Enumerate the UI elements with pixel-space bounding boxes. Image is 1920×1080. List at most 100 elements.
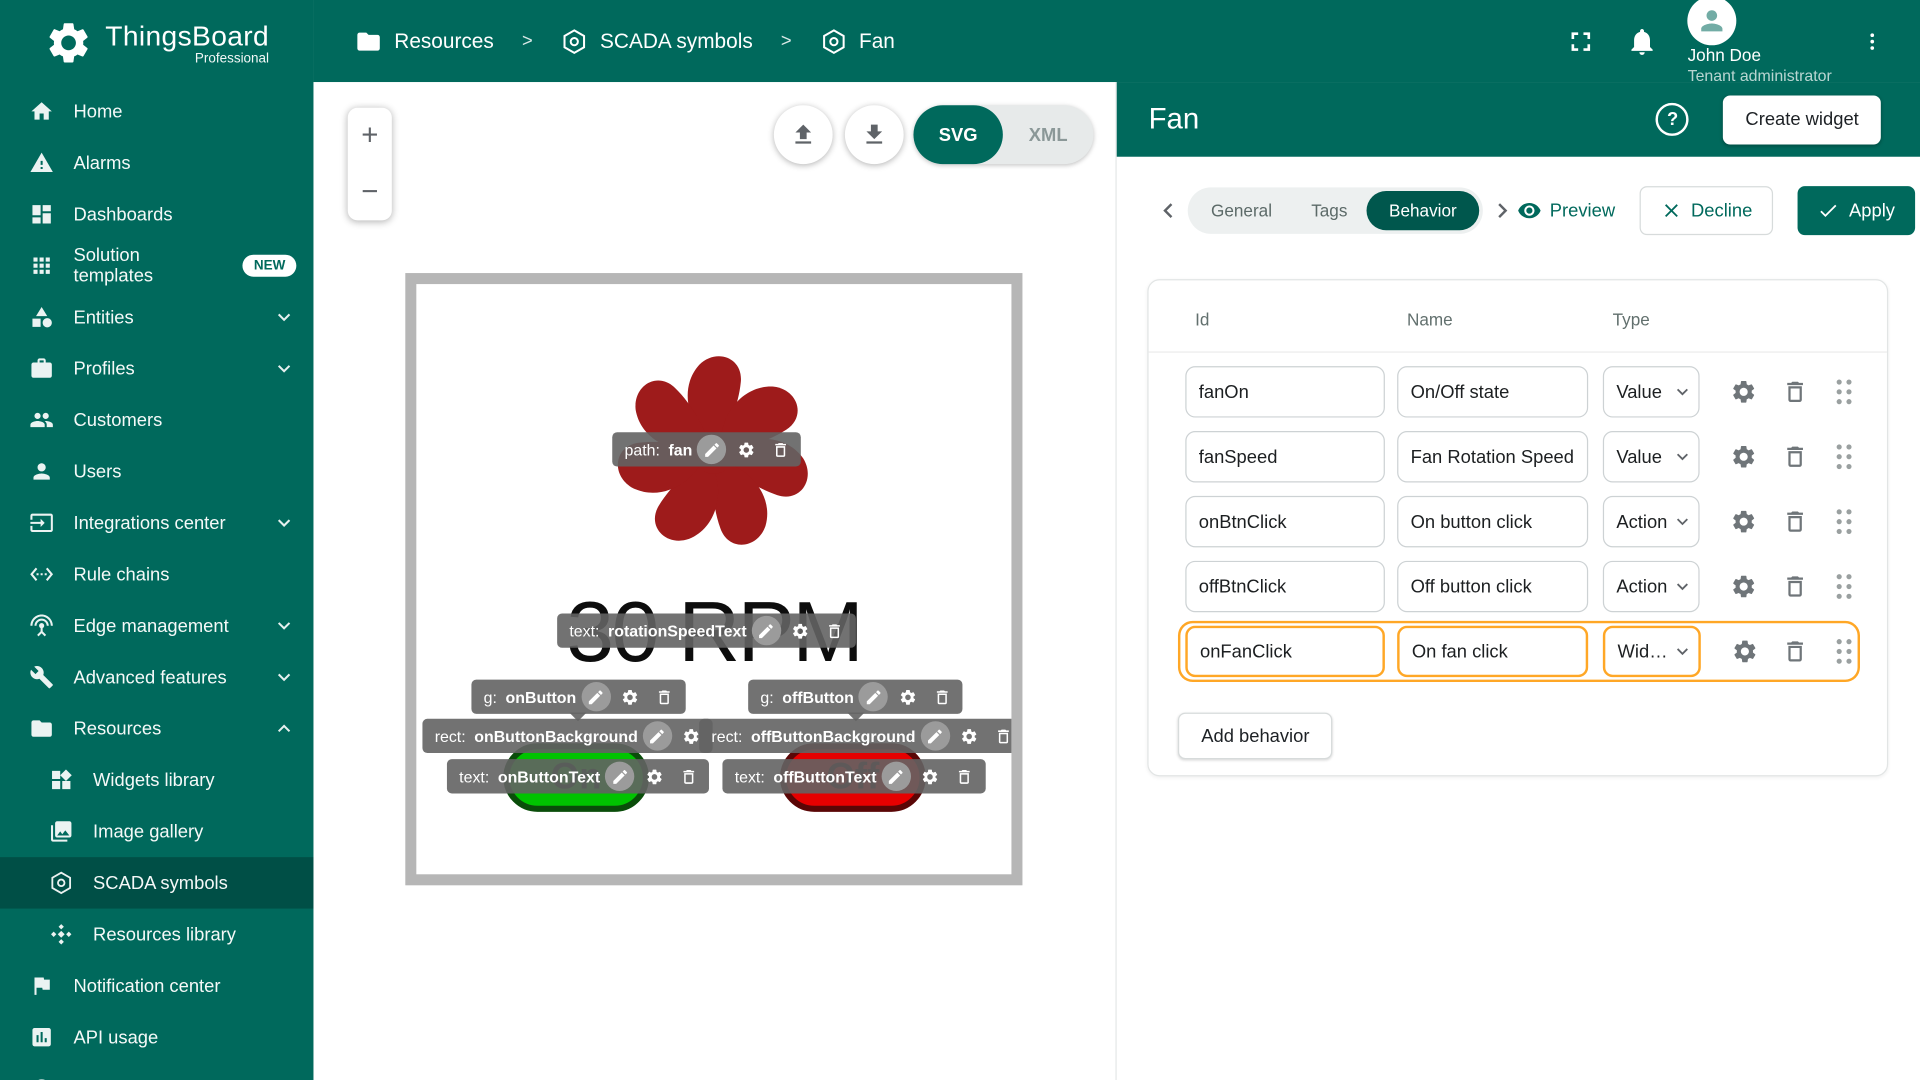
fullscreen-icon[interactable]: [1565, 25, 1597, 57]
row-delete-button[interactable]: [1773, 435, 1817, 479]
sidebar-item-alarms[interactable]: Alarms: [0, 137, 313, 188]
sidebar-item-solution-templates[interactable]: Solution templates NEW: [0, 240, 313, 291]
sidebar-item-resources-library[interactable]: Resources library: [0, 909, 313, 960]
settings-gear-icon[interactable]: [732, 435, 761, 464]
behavior-name-input[interactable]: [1397, 626, 1588, 677]
edit-icon[interactable]: [752, 616, 781, 645]
edit-icon[interactable]: [581, 682, 610, 711]
edit-icon[interactable]: [881, 762, 910, 791]
tab-general[interactable]: General: [1191, 191, 1291, 230]
sidebar-item-edge-management[interactable]: Edge management: [0, 600, 313, 651]
sidebar-item-users[interactable]: Users: [0, 446, 313, 497]
drag-handle[interactable]: [1831, 503, 1858, 540]
tag-chip-rotation-speed-text[interactable]: text:rotationSpeedText: [557, 613, 855, 647]
sidebar-item-widgets-library[interactable]: Widgets library: [0, 754, 313, 805]
drag-handle[interactable]: [1831, 568, 1858, 605]
notifications-bell-icon[interactable]: [1626, 25, 1658, 57]
sidebar-item-entities[interactable]: Entities: [0, 291, 313, 342]
behavior-type-select[interactable]: Widg…: [1603, 626, 1701, 677]
zoom-out-button[interactable]: −: [348, 167, 392, 218]
zoom-in-button[interactable]: +: [348, 110, 392, 161]
behavior-id-input[interactable]: [1185, 496, 1385, 547]
chevron-right-icon[interactable]: [1487, 196, 1516, 225]
sidebar-item-customers[interactable]: Customers: [0, 394, 313, 445]
edit-icon[interactable]: [697, 435, 726, 464]
behavior-type-select[interactable]: Action: [1603, 496, 1700, 547]
symbol-canvas[interactable]: 30 RPM On Off path:fan text:rotationSpee…: [405, 273, 1022, 885]
breadcrumb-resources[interactable]: Resources: [394, 29, 494, 53]
trash-icon[interactable]: [950, 762, 979, 791]
settings-gear-icon[interactable]: [916, 762, 945, 791]
trash-icon[interactable]: [674, 762, 703, 791]
upload-button[interactable]: [774, 105, 833, 164]
trash-icon[interactable]: [650, 682, 679, 711]
trash-icon[interactable]: [989, 721, 1012, 750]
drag-handle[interactable]: [1831, 373, 1858, 410]
apply-button[interactable]: Apply: [1798, 186, 1915, 235]
sidebar-item-resources[interactable]: Resources: [0, 703, 313, 754]
behavior-type-select[interactable]: Action: [1603, 561, 1700, 612]
kebab-menu-icon[interactable]: [1861, 25, 1883, 57]
row-settings-button[interactable]: [1722, 435, 1766, 479]
tab-tags[interactable]: Tags: [1292, 191, 1367, 230]
behavior-id-input[interactable]: [1185, 626, 1385, 677]
tab-behavior[interactable]: Behavior: [1367, 191, 1479, 230]
behavior-id-input[interactable]: [1185, 431, 1385, 482]
settings-gear-icon[interactable]: [893, 682, 922, 711]
row-delete-button[interactable]: [1773, 629, 1816, 673]
trash-icon[interactable]: [820, 616, 849, 645]
settings-gear-icon[interactable]: [615, 682, 644, 711]
sidebar-item-notification-center[interactable]: Notification center: [0, 960, 313, 1011]
edit-icon[interactable]: [920, 721, 949, 750]
row-settings-button[interactable]: [1722, 500, 1766, 544]
tag-chip-off-button-text[interactable]: text:offButtonText: [722, 759, 985, 793]
tag-chip-on-button-background[interactable]: rect:onButtonBackground: [422, 719, 712, 753]
edit-icon[interactable]: [605, 762, 634, 791]
behavior-name-input[interactable]: [1397, 496, 1588, 547]
user-menu[interactable]: John Doe Tenant administrator: [1688, 0, 1832, 86]
create-widget-button[interactable]: Create widget: [1723, 95, 1880, 144]
sidebar-item-advanced-features[interactable]: Advanced features: [0, 651, 313, 702]
xml-tab[interactable]: XML: [1003, 124, 1094, 145]
tag-chip-on-button-group[interactable]: g:onButton: [471, 680, 685, 714]
drag-handle[interactable]: [1831, 438, 1858, 475]
behavior-type-select[interactable]: Value: [1603, 431, 1700, 482]
behavior-type-select[interactable]: Value: [1603, 366, 1700, 417]
tag-chip-on-button-text[interactable]: text:onButtonText: [447, 759, 709, 793]
drag-handle[interactable]: [1831, 633, 1857, 670]
behavior-id-input[interactable]: [1185, 366, 1385, 417]
row-settings-button[interactable]: [1722, 564, 1766, 608]
edit-icon[interactable]: [859, 682, 888, 711]
sidebar-item-scada-symbols[interactable]: SCADA symbols: [0, 857, 313, 908]
edit-icon[interactable]: [643, 721, 672, 750]
behavior-name-input[interactable]: [1397, 561, 1588, 612]
breadcrumb-scada-symbols[interactable]: SCADA symbols: [600, 29, 753, 53]
row-settings-button[interactable]: [1722, 370, 1766, 414]
behavior-name-input[interactable]: [1397, 431, 1588, 482]
sidebar-item-integrations-center[interactable]: Integrations center: [0, 497, 313, 548]
sidebar-item-home[interactable]: Home: [0, 86, 313, 137]
behavior-name-input[interactable]: [1397, 366, 1588, 417]
help-button[interactable]: ?: [1656, 103, 1689, 136]
sidebar-item-image-gallery[interactable]: Image gallery: [0, 806, 313, 857]
preview-button[interactable]: Preview: [1517, 198, 1615, 222]
settings-gear-icon[interactable]: [955, 721, 984, 750]
row-delete-button[interactable]: [1773, 370, 1817, 414]
trash-icon[interactable]: [766, 435, 795, 464]
row-delete-button[interactable]: [1773, 500, 1817, 544]
tag-chip-off-button-group[interactable]: g:offButton: [748, 680, 963, 714]
settings-gear-icon[interactable]: [786, 616, 815, 645]
tag-chip-off-button-background[interactable]: rect:offButtonBackground: [699, 719, 1011, 753]
sidebar-item-dashboards[interactable]: Dashboards: [0, 189, 313, 240]
decline-button[interactable]: Decline: [1640, 186, 1774, 235]
trash-icon[interactable]: [927, 682, 956, 711]
svg-tab[interactable]: SVG: [913, 105, 1002, 164]
settings-gear-icon[interactable]: [639, 762, 668, 791]
sidebar-item-white-labeling[interactable]: White labeling: [0, 1063, 313, 1080]
chevron-left-icon[interactable]: [1153, 196, 1182, 225]
sidebar-item-api-usage[interactable]: API usage: [0, 1011, 313, 1062]
tag-chip-fan[interactable]: path:fan: [612, 432, 801, 466]
row-settings-button[interactable]: [1723, 629, 1766, 673]
sidebar-item-rule-chains[interactable]: Rule chains: [0, 549, 313, 600]
row-delete-button[interactable]: [1773, 564, 1817, 608]
